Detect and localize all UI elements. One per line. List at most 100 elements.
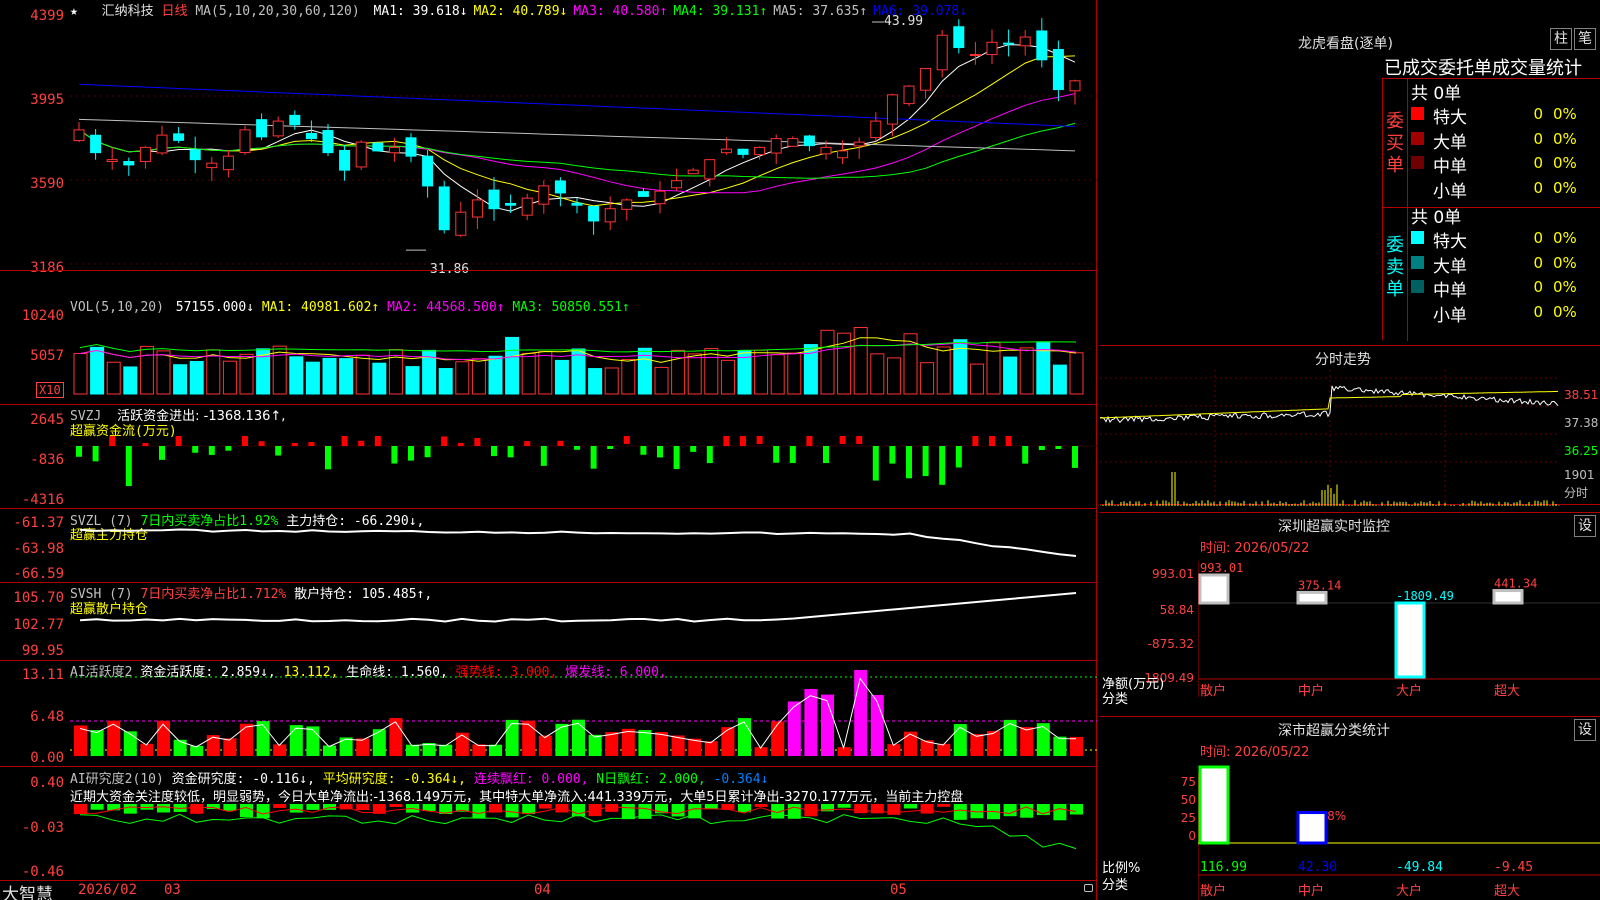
order-type-label: 小单 [1433,305,1467,326]
volume-bar [405,366,420,395]
candle-body [471,199,483,218]
ai-activity-chart[interactable] [70,670,1097,766]
fund-flow-bar [955,446,962,468]
fund-flow-bar [125,446,132,486]
research-bar [1053,804,1067,821]
fund-flow-bar [225,446,232,451]
volume-bar [372,362,387,395]
fund-flow-bar [524,441,531,446]
price-axis-label: 3995 [30,92,64,108]
volume-chart[interactable] [70,318,1097,398]
activity-bar [306,726,320,756]
activity-bar [821,694,834,756]
activity-bar [323,745,336,756]
order-color-swatch [1411,131,1424,145]
svzl-axis-label: -61.37 [13,515,64,531]
monitor-axis-label: 993.01 [1152,567,1194,581]
research-bar [256,804,270,819]
volume-bar [687,353,702,395]
kline-chart-area[interactable]: ★ 汇纳科技 日线 MA(5,10,20,30,60,120) MA1: 39.… [0,0,1097,900]
order-color-swatch [1411,304,1424,318]
intraday-title[interactable]: 分时走势 [1315,349,1371,369]
research-bar [887,804,901,815]
candle-body [720,148,732,154]
intraday-chart[interactable] [1100,370,1560,506]
candle-body [953,26,965,49]
volume-bar [787,352,802,395]
candle-body [1069,80,1081,92]
ai-research-chart[interactable] [70,804,1097,880]
intraday-price: 36.25 [1564,444,1599,458]
volume-bar [521,352,536,395]
fund-flow-bar [424,446,431,458]
ai-research-legend: AI研究度2(10) 资金研究度: -0.116↓, 平均研究度: -0.364… [70,772,769,787]
order-count: 0 [1533,105,1543,123]
candle-body [903,85,915,105]
svzl-chart[interactable] [70,510,1097,582]
classify-category: 大户 [1396,883,1422,899]
ai-active-axis-label: 6.48 [30,709,64,725]
svsh-chart[interactable] [70,584,1097,660]
fund-flow-bar [673,446,680,470]
fund-flow-bar [1038,446,1045,451]
classify-axis-label: 25 [1180,811,1196,825]
brand-logo[interactable]: 大智慧 [2,880,53,900]
volume-bar [554,359,569,395]
candle-body [538,185,550,205]
volume-bar [704,348,719,395]
classify-settings-button[interactable]: 设 [1574,719,1596,741]
volume-bar [106,361,121,395]
activity-bar [704,741,718,756]
order-type-label: 中单 [1433,157,1467,177]
activity-bar [223,738,237,756]
fund-flow-bar [208,446,215,455]
fund-flow-bar [1055,446,1062,449]
high-price-mark: 43.99 [884,14,924,29]
candle-body [272,120,284,137]
order-type-label: 大单 [1433,132,1467,153]
volume-bar [1069,352,1084,395]
candle-body [986,41,998,56]
volume-bar [339,358,354,395]
candle-body [571,202,583,206]
activity-bar [987,730,1000,756]
svzj-chart[interactable] [70,436,1097,504]
classify-bar-value: -9.45 [1494,860,1533,875]
monitor-category: 大户 [1396,683,1422,699]
fund-flow-bar [906,446,912,479]
activity-bar [455,732,469,756]
research-bar [90,804,104,810]
classify-category: 中户 [1298,883,1324,899]
tick-view-button[interactable]: 笔 [1574,28,1596,50]
candle-body [671,180,683,189]
fund-flow-bar [1022,446,1029,464]
candlestick-chart[interactable] [70,16,1097,270]
candle-body [422,155,434,187]
volume-bar [388,349,403,395]
monitor-x-label: 分类 [1102,692,1129,707]
classify-chart[interactable]: 116.99 散户 42.30 中户 -49.84 大户 -9.45 超大 [1198,765,1600,900]
order-type-label: 特大 [1433,108,1467,128]
bar-view-button[interactable]: 柱 [1550,28,1572,50]
ma3-line [78,93,1076,194]
fund-flow-bar [457,443,464,446]
volume-bar [488,355,503,395]
activity-bar [953,724,967,756]
research-bar [538,804,552,809]
kline-header: ★ 汇纳科技 日线 MA(5,10,20,30,60,120) MA1: 39.… [70,0,967,19]
fund-flow-bar [391,446,398,464]
candle-body [521,197,533,216]
research-bar [240,804,253,818]
candle-body [256,119,268,138]
monitor-chart[interactable]: 993.01 散户 375.14 中户 -1809.49 大户 441.34 超大 [1198,561,1600,711]
activity-bar [937,743,951,756]
lock-icon[interactable] [1084,884,1093,892]
monitor-settings-button[interactable]: 设 [1574,515,1596,537]
fund-flow-bar [872,446,879,481]
ai-research-axis-label: -0.03 [21,820,64,836]
candle-body [189,149,201,161]
candle-body [305,132,317,140]
research-bar [289,804,303,813]
price-axis-label: 4399 [30,8,64,24]
activity-bar [489,744,502,756]
